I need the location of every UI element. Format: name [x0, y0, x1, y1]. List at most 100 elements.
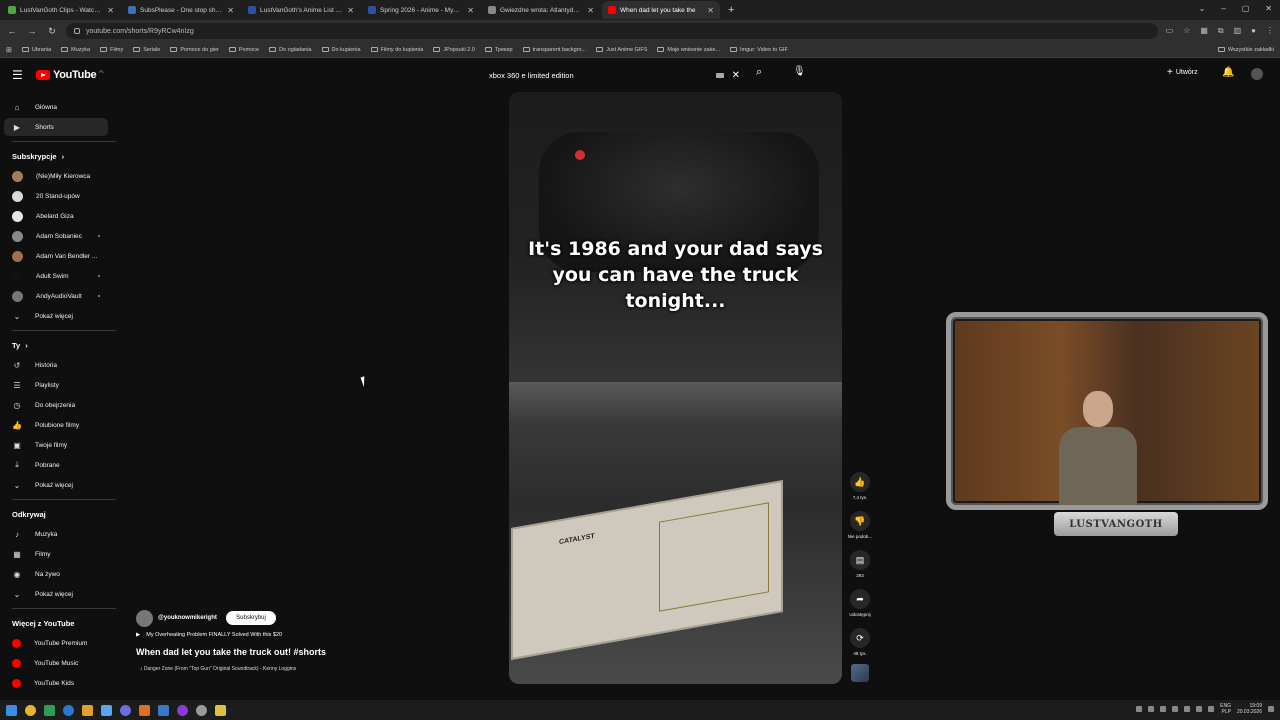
sidebar-item[interactable]: ▶ Shorts: [4, 118, 108, 136]
apps-icon[interactable]: ⊞: [6, 46, 12, 54]
profile-icon[interactable]: ●: [1251, 26, 1256, 36]
keyboard-icon[interactable]: [715, 72, 724, 78]
folder-icon[interactable]: [215, 704, 226, 716]
tab-close-icon[interactable]: ✕: [467, 6, 474, 15]
site-info-icon[interactable]: [74, 28, 80, 34]
browser-tab[interactable]: Gwiezdne wrota: Atlantyda / St ✕: [482, 1, 600, 19]
sidebar-item[interactable]: ▦ Filmy: [4, 545, 108, 563]
sidebar-item[interactable]: ♪ Muzyka: [4, 525, 108, 543]
bookmark-item[interactable]: Just Anime GIFS: [596, 47, 647, 53]
sidebar-item[interactable]: ⌄ Pokaż więcej: [4, 585, 108, 603]
steam-icon[interactable]: [158, 704, 169, 716]
close-window-button[interactable]: ✕: [1265, 4, 1272, 13]
sidebar-item[interactable]: YouTube Kids: [4, 674, 108, 692]
browser-tab[interactable]: LustVanGoth's Anime List - My ✕: [242, 1, 360, 19]
sidebar-item[interactable]: ◷ Do obejrzenia: [4, 396, 108, 414]
tab-close-icon[interactable]: ✕: [347, 6, 354, 15]
sidebar-item[interactable]: ⌄ Pokaż więcej: [4, 307, 108, 325]
bookmark-item[interactable]: Do kupienia: [321, 47, 361, 53]
remix-action[interactable]: ⟳ 48 tys.: [846, 628, 874, 656]
sidebar-section-heading[interactable]: Więcej z YouTube: [12, 619, 74, 628]
sound-thumbnail[interactable]: [851, 664, 869, 682]
thumbs-down-icon[interactable]: 👎: [850, 511, 870, 531]
tray-icon[interactable]: [1184, 706, 1191, 712]
dislike-action[interactable]: 👎 Nie podob...: [846, 511, 874, 539]
vlc-icon[interactable]: [139, 704, 150, 716]
sidebar-item[interactable]: (Nie)Miły Kierowca: [4, 167, 108, 185]
url-field[interactable]: youtube.com/shorts/R9yRCw4nIzg: [66, 23, 1158, 39]
bookmark-item[interactable]: Ubrania: [21, 47, 51, 53]
bookmark-item[interactable]: Do ogladania: [269, 47, 312, 53]
bookmark-item[interactable]: JPopsuki 2.0: [433, 47, 475, 53]
share-action[interactable]: ➦ Udostępnij: [846, 589, 874, 617]
sidebar-item[interactable]: Adam Van Bendler ...: [4, 247, 108, 265]
bookmark-item[interactable]: transparent backgro...: [522, 47, 586, 53]
reload-button[interactable]: ↻: [46, 26, 58, 37]
app-icon-lightblue[interactable]: [101, 704, 112, 716]
app-icon-purple[interactable]: [177, 704, 188, 716]
search-box[interactable]: xbox 360 e limited edition ✕: [482, 66, 754, 84]
youtube-logo[interactable]: YouTube PL: [36, 69, 104, 81]
voice-search-icon[interactable]: 🎙: [793, 66, 806, 77]
app-icon-green[interactable]: [44, 704, 55, 716]
comment-icon[interactable]: ▤: [850, 550, 870, 570]
browser-tab[interactable]: LustVanGoth Clips - Watch Liv ✕: [2, 1, 120, 19]
app-icon-orange[interactable]: [82, 704, 93, 716]
puzzle-icon[interactable]: ⧉: [1218, 26, 1224, 36]
bookmark-item[interactable]: Pomoce: [228, 47, 259, 53]
obs-icon[interactable]: [196, 704, 207, 716]
minimize-button[interactable]: –: [1221, 4, 1225, 13]
share-icon[interactable]: ➦: [850, 589, 870, 609]
bookmark-item[interactable]: Moje wniesnie zake...: [657, 47, 720, 53]
tray-icon[interactable]: [1148, 706, 1155, 712]
tray-icon[interactable]: [1160, 706, 1167, 712]
sidebar-item[interactable]: Adam Sobaniec: [4, 227, 108, 245]
language-indicator[interactable]: ENG PLP: [1220, 703, 1231, 715]
sidebar-item[interactable]: ◉ Na żywo: [4, 565, 108, 583]
search-button[interactable]: ⌕: [756, 66, 762, 79]
bookmark-star-icon[interactable]: ☆: [1183, 26, 1190, 36]
tab-close-icon[interactable]: ✕: [707, 6, 714, 15]
notifications-bell-icon[interactable]: 🔔: [1222, 67, 1234, 78]
browser-tab[interactable]: Spring 2026 - Anime - MyAnim ✕: [362, 1, 480, 19]
subscribe-button[interactable]: Subskrybuj: [226, 611, 276, 625]
sidebar-section-heading[interactable]: Ty ›: [12, 341, 28, 350]
bookmark-item[interactable]: Muzyka: [61, 47, 90, 53]
new-tab-button[interactable]: +: [728, 4, 734, 16]
clock[interactable]: 19:09 20.03.2026: [1237, 703, 1262, 715]
bookmark-item[interactable]: Imgur: Video to GIF: [729, 47, 788, 53]
like-action[interactable]: 👍 7,4 tys.: [846, 472, 874, 500]
short-video-player[interactable]: CATALYST It's 1986 and your dad says you…: [509, 92, 842, 684]
sidebar-item[interactable]: YouTube Premium: [4, 634, 108, 652]
bookmark-item[interactable]: Filmy: [100, 47, 123, 53]
channel-name[interactable]: @youknowmikeright: [158, 615, 217, 621]
sidebar-item[interactable]: ⤓ Pobrane: [4, 456, 108, 474]
bookmark-item[interactable]: Трекер: [484, 47, 513, 53]
thumbs-up-icon[interactable]: 👍: [850, 472, 870, 492]
tab-search-icon[interactable]: ⌄: [1199, 4, 1206, 13]
sidebar-item[interactable]: YouTube Music: [4, 654, 108, 672]
notification-center-icon[interactable]: [1268, 706, 1274, 712]
search-input[interactable]: xbox 360 e limited edition: [482, 71, 716, 80]
sidebar-item[interactable]: 👍 Polubione filmy: [4, 416, 108, 434]
clear-search-icon[interactable]: ✕: [732, 70, 740, 81]
tab-close-icon[interactable]: ✕: [587, 6, 594, 15]
related-video-link[interactable]: ▶ My Overheating Problem FINALLY Solved …: [136, 632, 282, 638]
sidebar-item[interactable]: ☰ Playlisty: [4, 376, 108, 394]
sidebar-item[interactable]: AndyAudioVault: [4, 287, 108, 305]
tray-icon[interactable]: [1136, 706, 1143, 712]
maximize-button[interactable]: ▢: [1242, 4, 1250, 13]
forward-button[interactable]: →: [26, 26, 38, 36]
sidepanel-icon[interactable]: ▥: [1234, 26, 1242, 36]
wifi-icon[interactable]: [1196, 706, 1203, 712]
create-button[interactable]: + Utwórz: [1167, 67, 1198, 78]
sidebar-item[interactable]: Adult Swim: [4, 267, 108, 285]
comments-action[interactable]: ▤ 293: [846, 550, 874, 578]
account-avatar[interactable]: [1251, 68, 1263, 80]
start-icon[interactable]: [6, 704, 17, 716]
menu-dots-icon[interactable]: ⋮: [1266, 26, 1274, 36]
channel-avatar[interactable]: [136, 610, 153, 627]
remix-icon[interactable]: ⟳: [850, 628, 870, 648]
sidebar-item[interactable]: ⌂ Główna: [4, 98, 108, 116]
browser-tab[interactable]: When dad let you take the ✕: [602, 1, 720, 19]
